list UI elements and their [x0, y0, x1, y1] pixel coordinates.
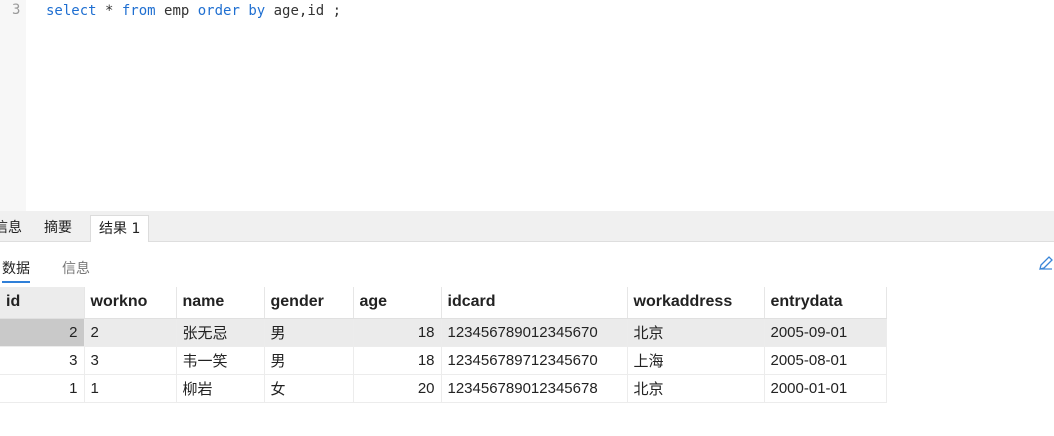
cell-workaddress[interactable]: 北京: [627, 374, 765, 403]
sql-keyword: from: [121, 3, 156, 19]
table-row[interactable]: 1 1 柳岩 女 20 123456789012345678 北京 2000-0…: [0, 374, 887, 403]
cell-gender[interactable]: 女: [264, 374, 354, 403]
table-row[interactable]: 2 2 张无忌 男 18 123456789012345670 北京 2005-…: [0, 318, 887, 347]
cell-entrydata[interactable]: 2005-09-01: [764, 318, 887, 347]
tab-messages[interactable]: 信息: [0, 215, 30, 242]
grid-header-row: id workno name gender age idcard workadd…: [0, 287, 887, 319]
column-header-age[interactable]: age: [353, 287, 442, 319]
cell-workno[interactable]: 2: [84, 318, 177, 347]
sql-keyword: order: [197, 3, 240, 19]
result-grid: id workno name gender age idcard workadd…: [0, 287, 887, 403]
cell-gender[interactable]: 男: [264, 318, 354, 347]
cell-workaddress[interactable]: 北京: [627, 318, 765, 347]
cell-idcard[interactable]: 123456789012345678: [441, 374, 628, 403]
cell-idcard[interactable]: 123456789012345670: [441, 318, 628, 347]
sql-text: emp: [155, 3, 198, 19]
line-gutter: 3: [0, 0, 26, 211]
result-subtab-bar: 数据 信息: [0, 242, 1054, 287]
pencil-icon[interactable]: [1038, 255, 1054, 271]
cell-id[interactable]: 2: [0, 318, 85, 347]
column-header-id[interactable]: id: [0, 287, 85, 319]
sql-editor[interactable]: 3 select * from emp order by age,id ;: [0, 0, 1054, 211]
column-header-entrydata[interactable]: entrydata: [764, 287, 887, 319]
cell-workno[interactable]: 1: [84, 374, 177, 403]
sql-code-line[interactable]: select * from emp order by age,id ;: [46, 2, 341, 20]
cell-workno[interactable]: 3: [84, 346, 177, 375]
column-header-idcard[interactable]: idcard: [441, 287, 628, 319]
line-number: 3: [12, 2, 21, 18]
sql-text: *: [96, 3, 122, 19]
column-header-workaddress[interactable]: workaddress: [627, 287, 765, 319]
cell-age[interactable]: 18: [353, 318, 442, 347]
cell-age[interactable]: 18: [353, 346, 442, 375]
table-row[interactable]: 3 3 韦一笑 男 18 123456789712345670 上海 2005-…: [0, 346, 887, 375]
cell-name[interactable]: 张无忌: [176, 318, 265, 347]
cell-entrydata[interactable]: 2005-08-01: [764, 346, 887, 375]
sql-text: age,id ;: [265, 3, 342, 19]
column-header-workno[interactable]: workno: [84, 287, 177, 319]
tab-result-1[interactable]: 结果 1: [90, 215, 150, 242]
sql-keyword: by: [248, 3, 266, 19]
cell-name[interactable]: 韦一笑: [176, 346, 265, 375]
subtab-data[interactable]: 数据: [2, 258, 30, 283]
cell-id[interactable]: 1: [0, 374, 85, 403]
column-header-gender[interactable]: gender: [264, 287, 354, 319]
result-tab-bar: 信息 摘要 结果 1: [0, 211, 1054, 242]
tab-summary[interactable]: 摘要: [36, 215, 80, 242]
column-header-name[interactable]: name: [176, 287, 265, 319]
cell-entrydata[interactable]: 2000-01-01: [764, 374, 887, 403]
sql-keyword: select: [46, 3, 97, 19]
subtab-info[interactable]: 信息: [62, 258, 90, 278]
cell-name[interactable]: 柳岩: [176, 374, 265, 403]
cell-id[interactable]: 3: [0, 346, 85, 375]
cell-age[interactable]: 20: [353, 374, 442, 403]
cell-idcard[interactable]: 123456789712345670: [441, 346, 628, 375]
cell-workaddress[interactable]: 上海: [627, 346, 765, 375]
cell-gender[interactable]: 男: [264, 346, 354, 375]
